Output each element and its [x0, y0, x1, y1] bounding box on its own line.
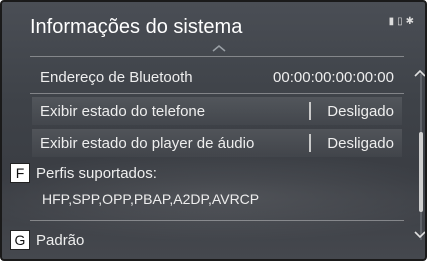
bluetooth-address-value: 00:00:00:00:00:00 — [273, 69, 394, 86]
callout-marker-g: G — [10, 230, 30, 250]
bluetooth-icon: ✱ — [405, 16, 417, 27]
phone-status-label: Exibir estado do telefone — [40, 103, 206, 120]
callout-marker-f: F — [10, 163, 30, 183]
title-chevron-up-icon — [212, 45, 226, 52]
phone-status-row[interactable]: Exibir estado do telefone Desligado — [32, 97, 402, 125]
audio-player-status-label: Exibir estado do player de áudio — [40, 135, 255, 152]
title-divider — [30, 56, 404, 57]
phone-status-value: Desligado — [327, 103, 394, 120]
bluetooth-address-label: Endereço de Bluetooth — [40, 69, 193, 86]
section-divider — [30, 220, 404, 221]
signal-icon: ▮ — [388, 16, 398, 27]
supported-profiles-label: Perfis suportados: — [36, 165, 157, 182]
bluetooth-address-row: Endereço de Bluetooth 00:00:00:00:00:00 — [32, 63, 402, 91]
system-info-screen: Informações do sistema ▮▯✱ Endereço de B… — [0, 0, 427, 261]
chevron-down-icon[interactable] — [413, 230, 427, 240]
page-title: Informações do sistema — [30, 16, 243, 38]
audio-player-status-row[interactable]: Exibir estado do player de áudio Desliga… — [32, 129, 402, 157]
default-button[interactable]: Padrão — [36, 232, 84, 249]
audio-player-status-value: Desligado — [327, 135, 394, 152]
value-separator — [309, 134, 311, 152]
supported-profiles-value: HFP,SPP,OPP,PBAP,A2DP,AVRCP — [42, 191, 260, 207]
value-separator — [309, 102, 311, 120]
scrollbar-thumb[interactable] — [419, 132, 423, 212]
status-icons: ▮▯✱ — [389, 16, 417, 27]
battery-icon: ▯ — [397, 16, 406, 27]
row-divider — [30, 93, 404, 94]
